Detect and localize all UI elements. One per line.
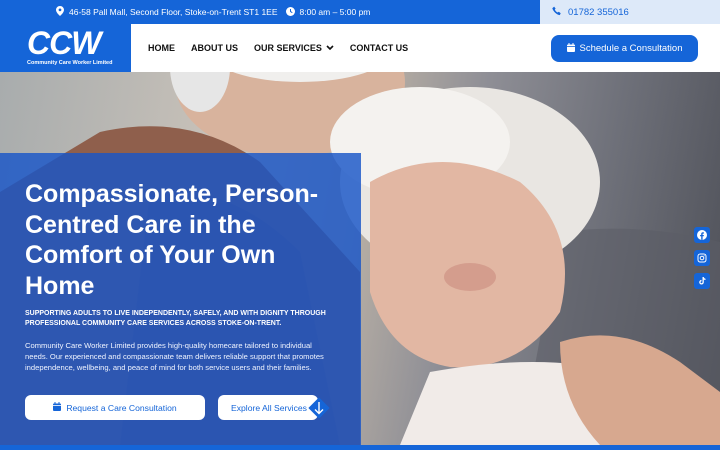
request-consultation-label: Request a Care Consultation bbox=[66, 402, 177, 413]
nav-item-services[interactable]: OUR SERVICES bbox=[254, 43, 334, 53]
hours-text: 8:00 am – 5:00 pm bbox=[299, 7, 371, 17]
logo-company-name: Community Care Worker Limited bbox=[27, 60, 113, 66]
contact-info: 46-58 Pall Mall, Second Floor, Stoke-on-… bbox=[56, 0, 370, 24]
location-pin-icon bbox=[56, 6, 64, 18]
address-item: 46-58 Pall Mall, Second Floor, Stoke-on-… bbox=[56, 6, 278, 18]
schedule-consultation-label: Schedule a Consultation bbox=[579, 43, 683, 54]
schedule-consultation-button[interactable]: Schedule a Consultation bbox=[551, 35, 698, 62]
phone-link[interactable]: 01782 355016 bbox=[540, 0, 720, 24]
nav-item-services-label: OUR SERVICES bbox=[254, 43, 322, 53]
nav-item-about[interactable]: ABOUT US bbox=[191, 43, 238, 53]
hero-title: Compassionate, Person-Centred Care in th… bbox=[25, 180, 319, 300]
hero-section: Compassionate, Person-Centred Care in th… bbox=[0, 72, 720, 445]
facebook-icon[interactable] bbox=[694, 227, 710, 243]
bottom-accent-strip bbox=[0, 445, 720, 450]
hero-description: Community Care Worker Limited provides h… bbox=[25, 341, 324, 372]
calendar-icon bbox=[566, 42, 575, 55]
site-logo[interactable]: CCW Community Care Worker Limited bbox=[0, 24, 131, 72]
explore-services-button[interactable]: Explore All Services bbox=[218, 395, 318, 420]
clock-icon bbox=[285, 6, 295, 18]
site-header: CCW Community Care Worker Limited HOME A… bbox=[0, 24, 720, 72]
hero-kicker: Supporting adults to live independently,… bbox=[25, 310, 326, 327]
top-info-bar: 46-58 Pall Mall, Second Floor, Stoke-on-… bbox=[0, 0, 720, 24]
chevron-down-icon bbox=[326, 43, 334, 53]
explore-services-label: Explore All Services bbox=[231, 402, 307, 413]
arrow-down-icon[interactable] bbox=[308, 397, 330, 419]
main-nav: HOME ABOUT US OUR SERVICES CONTACT US bbox=[148, 24, 408, 72]
address-text: 46-58 Pall Mall, Second Floor, Stoke-on-… bbox=[69, 7, 278, 17]
logo-mark: CCW bbox=[27, 25, 101, 61]
phone-number: 01782 355016 bbox=[568, 6, 629, 18]
phone-icon bbox=[552, 6, 562, 19]
instagram-icon[interactable] bbox=[694, 250, 710, 266]
hours-item: 8:00 am – 5:00 pm bbox=[285, 6, 371, 18]
tiktok-icon[interactable] bbox=[694, 273, 710, 289]
social-links bbox=[694, 227, 710, 289]
request-consultation-button[interactable]: Request a Care Consultation bbox=[25, 395, 205, 420]
nav-item-contact[interactable]: CONTACT US bbox=[350, 43, 408, 53]
calendar-icon bbox=[53, 402, 62, 413]
nav-item-home[interactable]: HOME bbox=[148, 43, 175, 53]
